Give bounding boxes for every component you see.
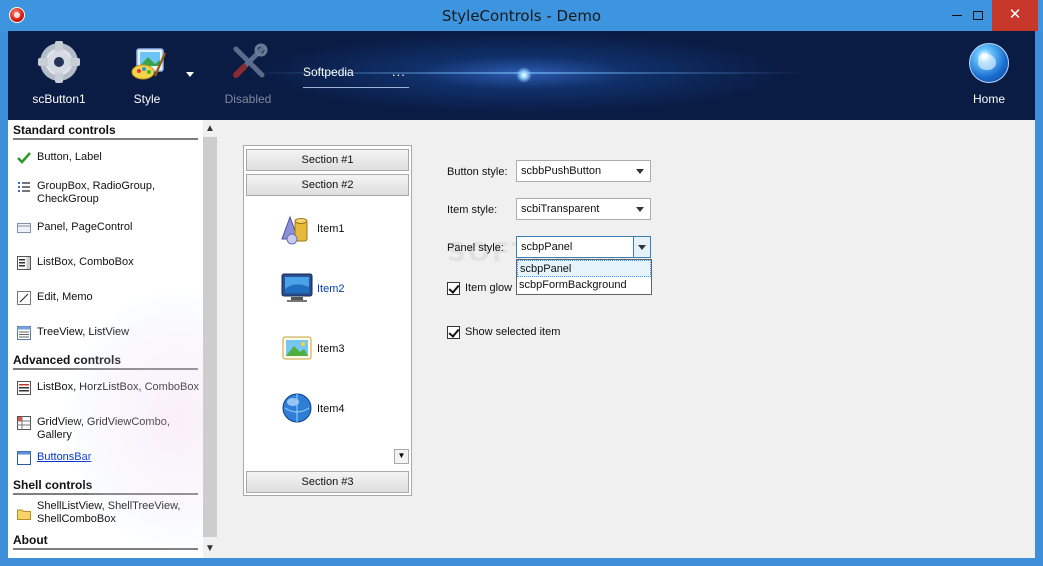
section-3-button[interactable]: Section #3 xyxy=(246,471,409,493)
sidebar-item-listbox[interactable]: ListBox, ComboBox xyxy=(17,256,201,270)
sidebar-item-horzlistbox[interactable]: ListBox, HorzListBox, ComboBox xyxy=(17,381,201,395)
close-button[interactable]: ✕ xyxy=(992,0,1038,31)
edit-icon xyxy=(17,291,31,305)
checkbox-checked-icon[interactable] xyxy=(447,282,460,295)
light-flare xyxy=(516,67,532,83)
buttonsbar-item-3[interactable]: Item3 xyxy=(280,331,370,371)
sidebar-header-shell[interactable]: Shell controls xyxy=(13,478,198,495)
scroll-thumb[interactable] xyxy=(203,137,217,537)
paint-palette-icon xyxy=(131,48,167,80)
home-button[interactable]: Home xyxy=(949,39,1029,113)
style-label: Style xyxy=(133,92,161,106)
treeview-icon xyxy=(17,326,31,340)
chevron-down-icon xyxy=(636,169,644,174)
scroll-down-icon[interactable]: ▼ xyxy=(205,542,215,556)
main-panel: Section #1 Section #2 Item1 Item2 Item3 … xyxy=(217,120,1035,558)
button-style-label: Button style: xyxy=(447,166,508,178)
item-style-label: Item style: xyxy=(447,204,498,216)
buttonsbar-item-1[interactable]: Item1 xyxy=(280,211,370,251)
checkmark-icon xyxy=(17,152,31,164)
style-dropdown-arrow[interactable] xyxy=(186,72,194,77)
buttonsbar-item-4[interactable]: Item4 xyxy=(280,391,370,431)
show-selected-checkbox[interactable]: Show selected item xyxy=(447,326,587,340)
checkbox-checked-icon[interactable] xyxy=(447,326,460,339)
maximize-button[interactable] xyxy=(961,0,995,31)
monitor-icon xyxy=(281,273,313,302)
buttonsbar-icon xyxy=(17,451,31,465)
buttons-bar: Section #1 Section #2 Item1 Item2 Item3 … xyxy=(243,145,412,496)
style-button[interactable]: Style xyxy=(107,39,187,113)
sidebar-item-buttonsbar[interactable]: ButtonsBar xyxy=(17,451,201,465)
browse-button[interactable]: ... xyxy=(392,64,406,79)
panel-style-dropdown-list: scbpPanel scbpFormBackground xyxy=(516,259,652,295)
grid-icon xyxy=(17,416,31,430)
chevron-down-icon xyxy=(636,207,644,212)
banner-edit-input[interactable] xyxy=(303,65,383,79)
panel-style-dropdown-button[interactable] xyxy=(633,237,650,257)
listbox-icon xyxy=(17,381,31,395)
sidebar-item-treeview[interactable]: TreeView, ListView xyxy=(17,326,201,340)
item-style-combo[interactable]: scbiTransparent xyxy=(516,198,651,220)
chevron-down-icon xyxy=(638,245,646,250)
buttonsbar-scroll-down-icon[interactable]: ▼ xyxy=(394,449,409,464)
scbutton1-label: scButton1 xyxy=(32,92,86,106)
section-2-button[interactable]: Section #2 xyxy=(246,174,409,196)
sidebar-item-panel[interactable]: Panel, PageControl xyxy=(17,221,201,235)
sidebar-scrollbar[interactable]: ▲ ▼ xyxy=(203,120,217,558)
maximize-icon xyxy=(973,10,983,20)
home-label: Home xyxy=(972,92,1005,106)
window-title: StyleControls - Demo xyxy=(441,7,602,25)
banner-edit[interactable]: ... xyxy=(303,61,409,88)
sidebar-item-button-label[interactable]: Button, Label xyxy=(17,151,201,165)
sidebar-header-standard[interactable]: Standard controls xyxy=(13,123,198,140)
scroll-up-icon[interactable]: ▲ xyxy=(205,122,215,136)
globe-icon xyxy=(969,43,1009,83)
app-window: StyleControls - Demo ✕ scButton1 Style D… xyxy=(0,0,1043,566)
buttonsbar-item-2[interactable]: Item2 xyxy=(280,271,370,311)
sidebar-item-edit[interactable]: Edit, Memo xyxy=(17,291,201,305)
list-icon xyxy=(18,182,30,192)
disabled-button: Disabled xyxy=(208,39,288,113)
folder-icon xyxy=(17,509,31,520)
scbutton1-button[interactable]: scButton1 xyxy=(19,39,99,113)
disabled-label: Disabled xyxy=(224,92,272,106)
dropdown-option[interactable]: scbpFormBackground xyxy=(517,277,651,294)
item-style-value: scbiTransparent xyxy=(521,203,600,215)
tools-icon xyxy=(233,43,268,78)
panel-style-label: Panel style: xyxy=(447,242,504,254)
sidebar-header-advanced[interactable]: Advanced controls xyxy=(13,353,198,370)
sidebar-item-groupbox[interactable]: GroupBox, RadioGroup, CheckGroup xyxy=(17,180,201,208)
button-style-value: scbbPushButton xyxy=(521,165,602,177)
shapes-icon xyxy=(281,215,308,245)
globe-icon xyxy=(282,393,312,423)
button-style-combo[interactable]: scbbPushButton xyxy=(516,160,651,182)
sidebar-header-about[interactable]: About xyxy=(13,533,198,550)
sidebar: Standard controls Button, Label GroupBox… xyxy=(8,120,203,558)
listbox-icon xyxy=(17,256,31,270)
panel-style-combo[interactable]: scbpPanel xyxy=(516,236,651,258)
picture-icon xyxy=(282,336,312,360)
panel-icon xyxy=(17,223,31,233)
dropdown-option[interactable]: scbpPanel xyxy=(517,260,651,277)
title-bar[interactable]: StyleControls - Demo ✕ xyxy=(0,0,1043,31)
panel-style-value: scbpPanel xyxy=(521,241,573,253)
sidebar-item-gridview[interactable]: GridView, GridViewCombo, Gallery xyxy=(17,416,201,441)
toolbar: scButton1 Style Disabled Softpedia ... H… xyxy=(8,31,1035,120)
section-1-button[interactable]: Section #1 xyxy=(246,149,409,171)
